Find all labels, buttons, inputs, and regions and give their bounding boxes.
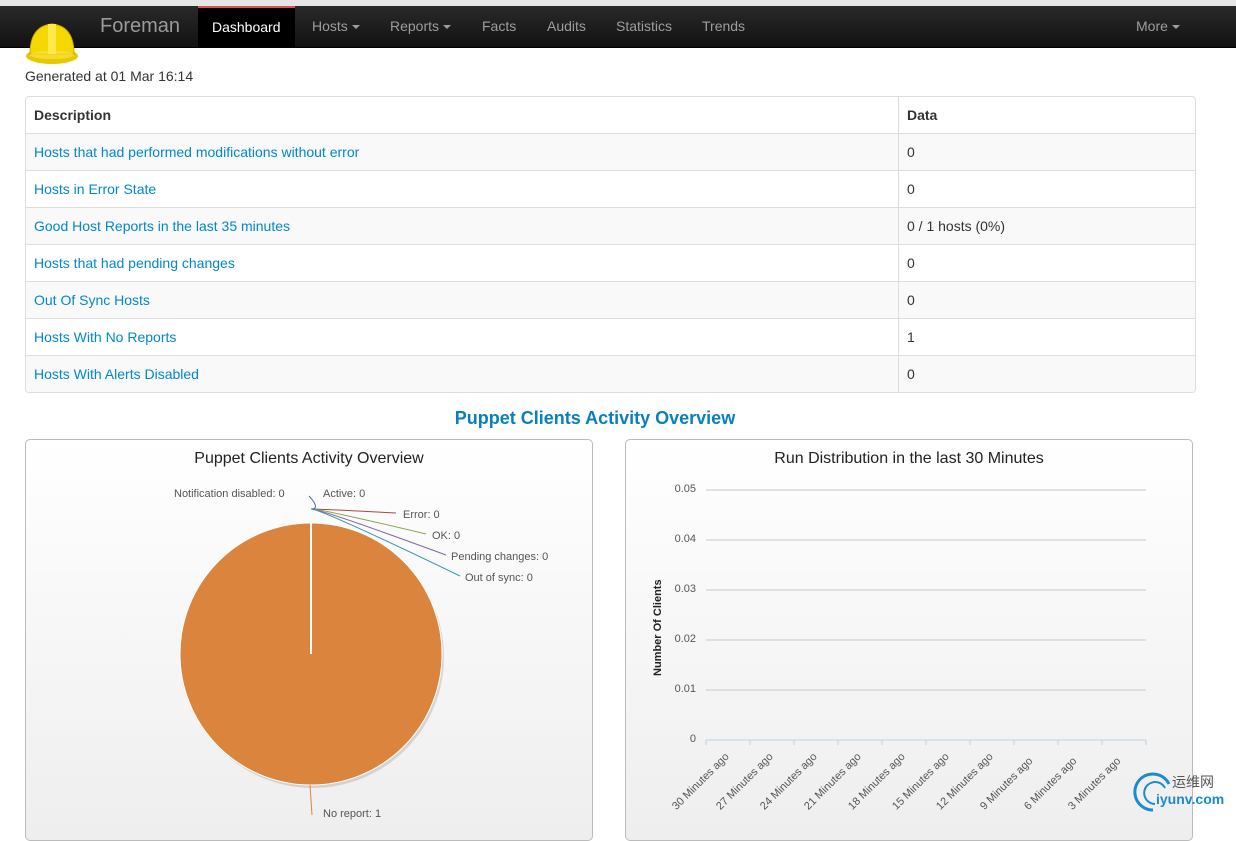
row-link-good-reports[interactable]: Good Host Reports in the last 35 minutes — [34, 218, 290, 234]
y-tick-label: 0 — [689, 733, 696, 745]
y-tick-label: 0.02 — [674, 633, 696, 645]
nav-trends[interactable]: Trends — [702, 6, 745, 47]
column-header-description: Description — [26, 97, 899, 133]
pie-label-out-of-sync: Out of sync: 0 — [465, 572, 533, 584]
row-value: 0 / 1 hosts (0%) — [907, 218, 1006, 234]
row-link-no-reports[interactable]: Hosts With No Reports — [34, 329, 176, 345]
row-value: 0 — [907, 144, 915, 160]
nav-facts[interactable]: Facts — [482, 6, 516, 47]
nav-audits[interactable]: Audits — [547, 6, 586, 47]
row-link-pending-changes[interactable]: Hosts that had pending changes — [34, 255, 235, 271]
y-tick-label: 0.01 — [674, 683, 696, 695]
pie-chart-panel: Puppet Clients Activity Overview Notific… — [25, 439, 593, 841]
generated-timestamp: Generated at 01 Mar 16:14 — [25, 68, 194, 84]
table-header-row: Description Data — [26, 97, 1195, 133]
dashboard-summary-table: Description Data Hosts that had performe… — [25, 96, 1196, 393]
nav-statistics[interactable]: Statistics — [616, 6, 672, 47]
y-tick-label: 0.05 — [674, 483, 696, 495]
pie-connector-line — [308, 495, 316, 510]
y-tick-label: 0.03 — [674, 583, 696, 595]
watermark-text-en: iyunv.com — [1156, 791, 1225, 807]
table-row: Out Of Sync Hosts 0 — [26, 281, 1195, 318]
pie-label-pending-changes: Pending changes: 0 — [451, 551, 549, 563]
brand-name[interactable]: Foreman — [100, 15, 180, 38]
row-link-out-of-sync[interactable]: Out Of Sync Hosts — [34, 292, 150, 308]
row-link-alerts-disabled[interactable]: Hosts With Alerts Disabled — [34, 366, 199, 382]
table-row: Hosts With No Reports 1 — [26, 318, 1195, 355]
pie-label-ok: OK: 0 — [432, 530, 461, 542]
row-value: 0 — [907, 255, 915, 271]
column-header-data: Data — [907, 107, 938, 123]
row-link-error-state[interactable]: Hosts in Error State — [34, 181, 156, 197]
bar-chart-panel: Run Distribution in the last 30 Minutes … — [625, 439, 1193, 841]
row-value: 1 — [907, 329, 915, 345]
table-row: Hosts in Error State 0 — [26, 170, 1195, 207]
row-value: 0 — [907, 366, 915, 382]
table-row: Hosts that had pending changes 0 — [26, 244, 1195, 281]
section-title: Puppet Clients Activity Overview — [454, 408, 736, 428]
pie-label-notification-disabled: Notification disabled: 0 — [174, 488, 285, 500]
pie-connector-line — [309, 784, 313, 816]
nav-hosts[interactable]: Hosts — [312, 6, 360, 47]
table-row: Hosts that had performed modifications w… — [26, 133, 1195, 170]
hardhat-logo-icon[interactable] — [24, 14, 80, 68]
caret-down-icon — [1171, 25, 1180, 30]
table-row: Good Host Reports in the last 35 minutes… — [26, 207, 1195, 244]
nav-dashboard[interactable]: Dashboard — [198, 6, 295, 47]
row-value: 0 — [907, 181, 915, 197]
pie-label-no-report: No report: 1 — [323, 808, 382, 820]
table-row: Hosts With Alerts Disabled 0 — [26, 355, 1195, 392]
row-value: 0 — [907, 292, 915, 308]
pie-label-error: Error: 0 — [403, 509, 440, 521]
caret-down-icon — [351, 25, 360, 30]
nav-reports[interactable]: Reports — [390, 6, 452, 47]
pie-label-active: Active: 0 — [323, 488, 366, 500]
caret-down-icon — [443, 25, 452, 30]
row-link-modifications[interactable]: Hosts that had performed modifications w… — [34, 144, 359, 160]
pie-chart — [179, 495, 461, 816]
top-navbar: Foreman Dashboard Hosts Reports Facts Au… — [0, 6, 1236, 64]
watermark-text-cn: 运维网 — [1172, 774, 1214, 790]
y-tick-label: 0.04 — [674, 533, 696, 545]
nav-more[interactable]: More — [1136, 6, 1180, 47]
